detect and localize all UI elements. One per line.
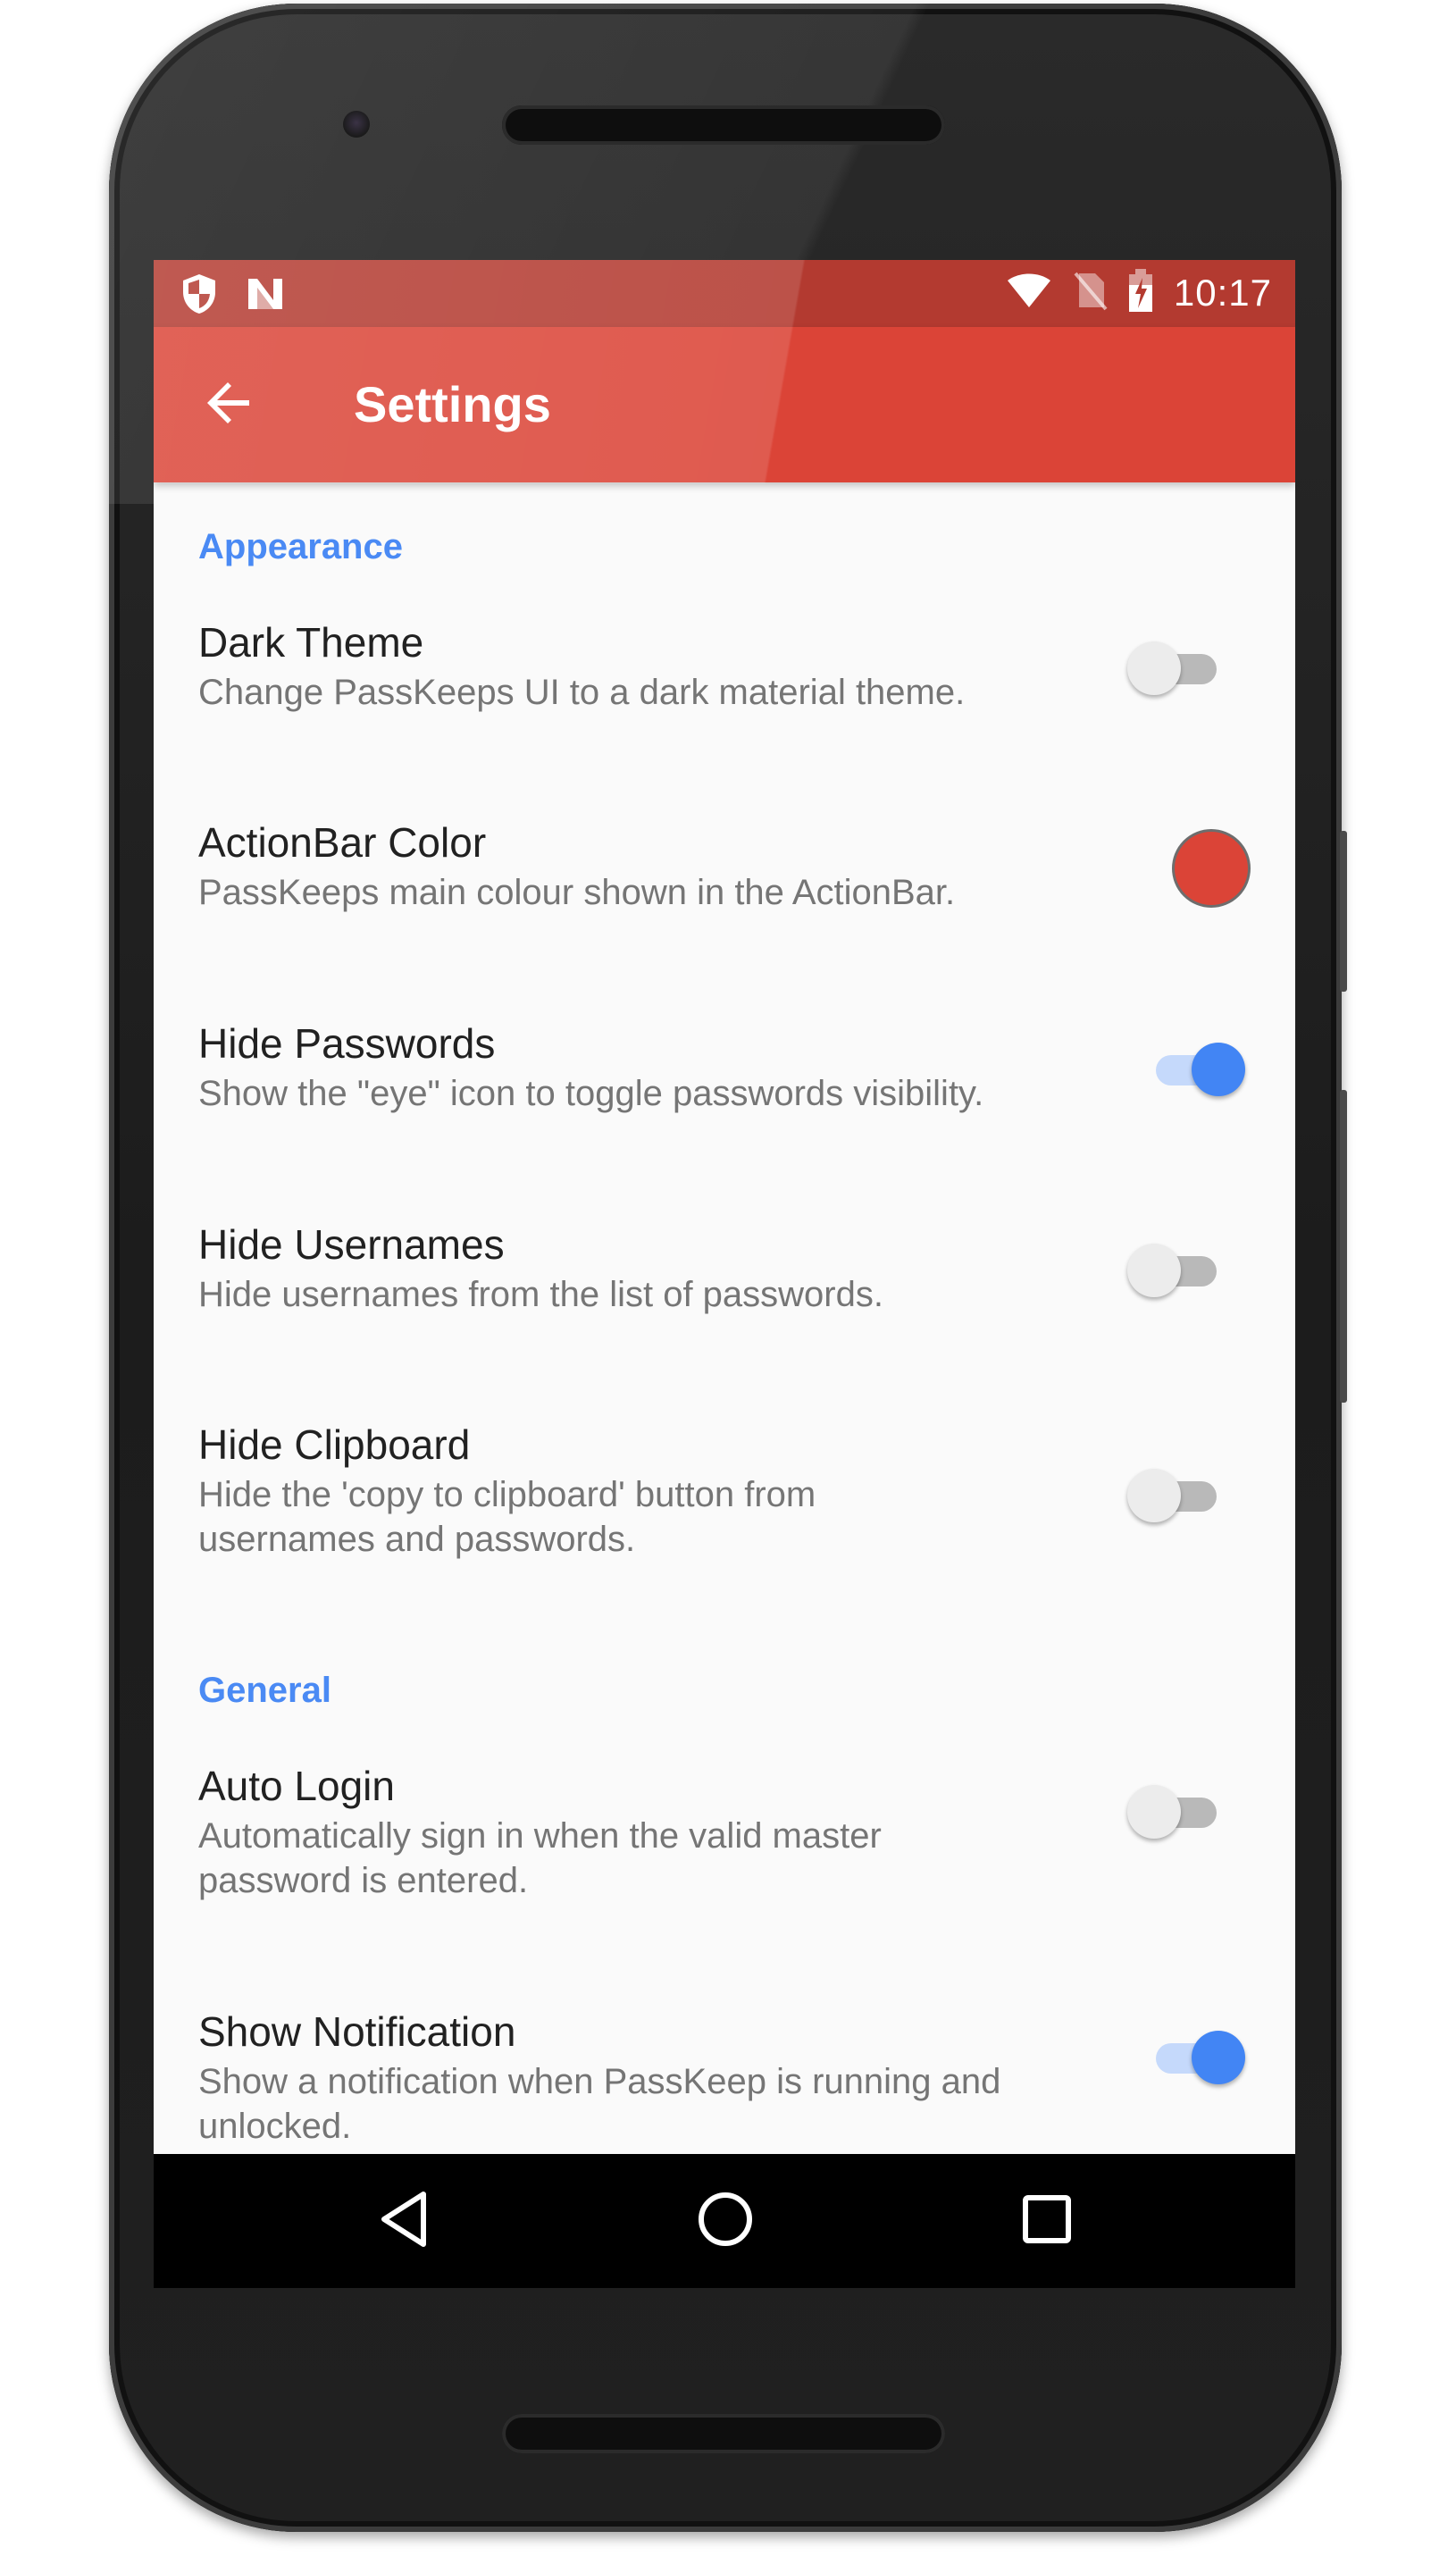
shield-icon	[180, 272, 218, 320]
no-sim-icon	[1072, 270, 1108, 315]
wifi-icon	[1006, 272, 1052, 314]
switch-thumb	[1192, 1043, 1245, 1096]
pref-auto-login[interactable]: Auto Login Automatically sign in when th…	[154, 1762, 1295, 1985]
auto-login-switch[interactable]	[1127, 1780, 1226, 1842]
nav-back-button[interactable]	[368, 2185, 439, 2257]
pref-summary: Show the "eye" icon to toggle passwords …	[198, 1074, 984, 1113]
hide-passwords-switch[interactable]	[1147, 1037, 1245, 1100]
switch-thumb	[1127, 1785, 1181, 1839]
pref-title: Show Notification	[198, 2008, 516, 2055]
page-title: Settings	[354, 376, 551, 432]
back-button[interactable]	[198, 373, 261, 436]
pref-summary: PassKeeps main colour shown in the Actio…	[198, 873, 956, 912]
section-title-general: General	[198, 1671, 331, 1710]
screen: 10:17 Settings Appearance Dark Theme Cha…	[154, 260, 1295, 2288]
hide-clipboard-switch[interactable]	[1127, 1463, 1226, 1526]
settings-list: Appearance Dark Theme Change PassKeeps U…	[154, 482, 1295, 2154]
show-notification-switch[interactable]	[1147, 2025, 1245, 2088]
status-time: 10:17	[1173, 271, 1272, 314]
action-bar: Settings	[154, 327, 1295, 482]
switch-thumb	[1127, 1244, 1181, 1297]
hide-usernames-switch[interactable]	[1127, 1238, 1226, 1301]
pref-actionbar-color[interactable]: ActionBar Color PassKeeps main colour sh…	[154, 818, 1295, 997]
navigation-bar	[154, 2154, 1295, 2288]
volume-button	[1340, 1090, 1347, 1403]
bottom-speaker	[502, 2414, 945, 2453]
nav-recents-button[interactable]	[1011, 2185, 1083, 2257]
pref-summary: Change PassKeeps UI to a dark material t…	[198, 673, 966, 712]
pref-title: Auto Login	[198, 1763, 395, 1809]
power-button	[1340, 831, 1347, 992]
front-camera	[343, 111, 370, 138]
battery-charging-icon	[1127, 269, 1154, 316]
pref-title: Dark Theme	[198, 619, 424, 666]
pref-hide-usernames[interactable]: Hide Usernames Hide usernames from the l…	[154, 1220, 1295, 1399]
pref-hide-clipboard[interactable]: Hide Clipboard Hide the 'copy to clipboa…	[154, 1421, 1295, 1644]
pref-title: Hide Passwords	[198, 1020, 496, 1067]
recents-square-icon	[1020, 2192, 1074, 2250]
earpiece-speaker	[502, 105, 945, 145]
actionbar-color-swatch[interactable]	[1172, 829, 1251, 908]
status-bar: 10:17	[154, 260, 1295, 327]
pref-show-notification[interactable]: Show Notification Show a notification wh…	[154, 2007, 1295, 2154]
pref-title: Hide Clipboard	[198, 1421, 471, 1468]
arrow-back-icon	[205, 378, 255, 432]
pref-summary: Automatically sign in when the valid mas…	[198, 1816, 882, 1900]
dark-theme-switch[interactable]	[1127, 636, 1226, 699]
pref-summary: Hide the 'copy to clipboard' button from…	[198, 1475, 816, 1559]
back-triangle-icon	[377, 2190, 431, 2253]
switch-thumb	[1192, 2031, 1245, 2084]
switch-thumb	[1127, 641, 1181, 695]
section-title-appearance: Appearance	[198, 527, 403, 566]
pref-dark-theme[interactable]: Dark Theme Change PassKeeps UI to a dark…	[154, 618, 1295, 797]
n-notification-icon	[245, 275, 286, 317]
nav-home-button[interactable]	[690, 2185, 761, 2257]
pref-summary: Show a notification when PassKeep is run…	[198, 2062, 1001, 2146]
pref-hide-passwords[interactable]: Hide Passwords Show the "eye" icon to to…	[154, 1019, 1295, 1198]
pref-title: Hide Usernames	[198, 1221, 505, 1268]
pref-summary: Hide usernames from the list of password…	[198, 1275, 883, 1314]
pref-title: ActionBar Color	[198, 819, 487, 866]
home-circle-icon	[696, 2190, 755, 2253]
switch-thumb	[1127, 1469, 1181, 1522]
